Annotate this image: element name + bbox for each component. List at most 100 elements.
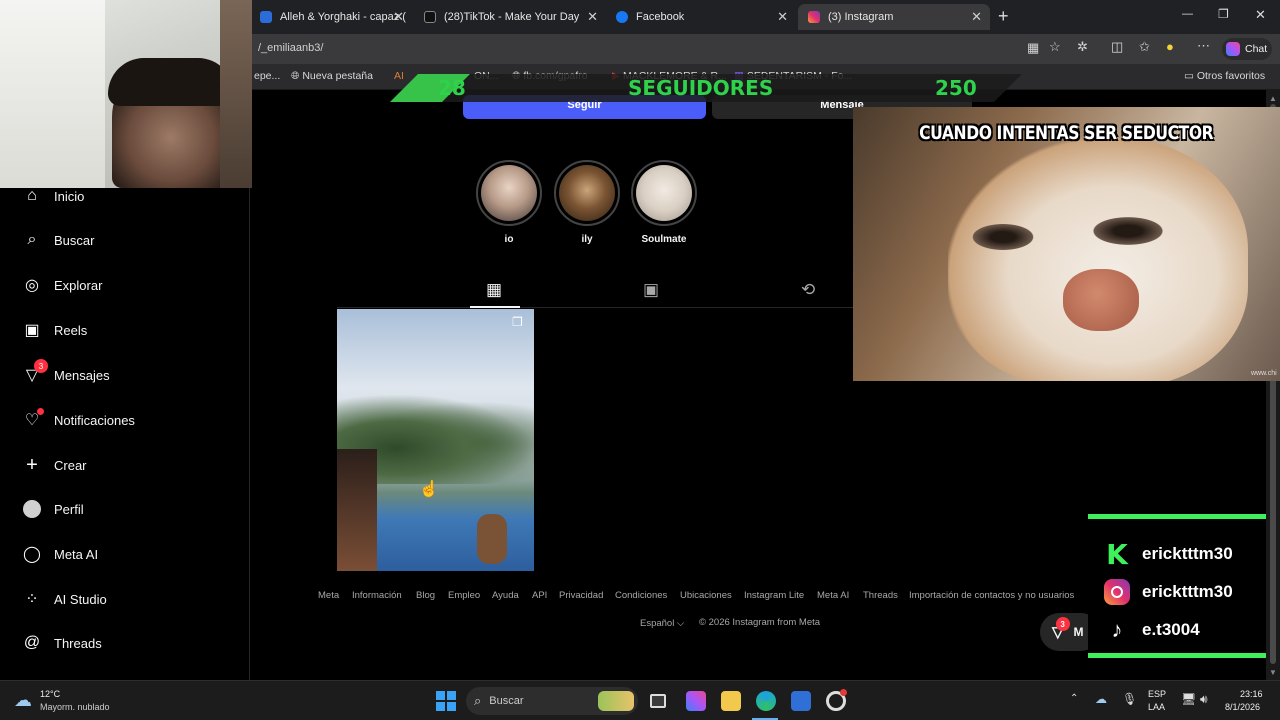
sidebar-item-threads[interactable]: @ Threads xyxy=(22,633,102,653)
highlight-io[interactable]: io xyxy=(474,160,544,245)
footer-link[interactable]: Empleo xyxy=(448,590,480,601)
windows-start-icon[interactable] xyxy=(436,691,456,711)
footer-link[interactable]: Ubicaciones xyxy=(680,590,732,601)
task-view-icon[interactable] xyxy=(650,694,666,708)
highlight-label: ily xyxy=(581,234,593,245)
other-favorites-folder[interactable]: ▭ Otros favoritos xyxy=(1184,70,1265,82)
footer-link[interactable]: Información xyxy=(352,590,402,601)
split-screen-icon[interactable]: ◫ xyxy=(1111,39,1123,55)
onedrive-icon[interactable]: ☁ xyxy=(1095,692,1107,706)
store-icon[interactable] xyxy=(791,691,811,711)
sidebar-item-perfil[interactable]: Perfil xyxy=(22,499,84,519)
scroll-down-icon[interactable]: ▼ xyxy=(1269,668,1277,677)
tab-close-icon[interactable]: ✕ xyxy=(777,9,788,25)
new-tab-button[interactable]: + xyxy=(998,6,1009,27)
sidebar-item-crear[interactable]: + Crear xyxy=(22,454,87,476)
kick-icon: K xyxy=(1106,537,1128,571)
bookmark-nueva-pestana[interactable]: 🌐︎ Nueva pestaña xyxy=(291,70,373,83)
footer-link[interactable]: Meta AI xyxy=(817,590,849,601)
social-row-kick: K ericktttm30 xyxy=(1103,537,1233,571)
messenger-icon: ▽ 3 xyxy=(1052,617,1070,641)
clock-date[interactable]: 8/1/2026 xyxy=(1225,702,1260,712)
sidebar-item-inicio[interactable]: ⌂ Inicio xyxy=(22,186,84,206)
weather-desc[interactable]: Mayorm. nublado xyxy=(40,702,110,712)
profile-avatar-icon[interactable]: ● xyxy=(1166,39,1174,54)
footer-link[interactable]: Privacidad xyxy=(559,590,603,601)
url-field[interactable]: /_emiliaanb3/ xyxy=(258,42,323,54)
footer-link[interactable]: Threads xyxy=(863,590,898,601)
tab-close-icon[interactable]: ✕ xyxy=(393,9,404,25)
app-available-icon[interactable]: ▦ xyxy=(1027,40,1039,56)
follower-goal: 250 xyxy=(935,76,977,100)
sidebar-item-ai-studio[interactable]: ⁘ AI Studio xyxy=(22,589,107,609)
minimize-button[interactable]: — xyxy=(1182,8,1193,20)
chevron-up-icon[interactable]: ⌃ xyxy=(1070,693,1078,704)
language-label: Español xyxy=(640,618,675,629)
copilot-app-icon[interactable] xyxy=(686,691,706,711)
keyboard-layout[interactable]: LAA xyxy=(1148,702,1165,712)
footer-link[interactable]: Blog xyxy=(416,590,435,601)
sidebar-item-mensajes[interactable]: ▽ 3 Mensajes xyxy=(22,359,110,385)
sidebar-item-label: Crear xyxy=(54,457,87,473)
recording-dot xyxy=(840,689,847,696)
instagram-icon xyxy=(1103,578,1131,606)
dog-eye-image xyxy=(968,222,1038,252)
more-menu-icon[interactable]: ⋯ xyxy=(1197,38,1210,54)
language-select[interactable]: Español ⌵ xyxy=(640,618,684,629)
highlight-soulmate[interactable]: Soulmate xyxy=(629,160,699,245)
volume-icon[interactable]: 🔊︎ xyxy=(1200,692,1208,707)
sidebar-item-explorar[interactable]: ◎ Explorar xyxy=(22,275,102,295)
favorites-icon[interactable]: ✩ xyxy=(1139,39,1150,55)
sidebar-item-label: AI Studio xyxy=(54,591,107,607)
network-icon[interactable]: 🖥︎ xyxy=(1181,692,1196,706)
edge-browser-icon[interactable] xyxy=(756,691,776,711)
clock-time[interactable]: 23:16 xyxy=(1240,689,1263,699)
bookmark-item[interactable]: epe... xyxy=(254,70,280,82)
restore-button[interactable]: ❐ xyxy=(1218,7,1229,21)
sidebar-item-meta-ai[interactable]: ◯ Meta AI xyxy=(22,544,98,564)
weather-icon[interactable]: ☁ xyxy=(14,690,32,711)
sidebar-item-reels[interactable]: ▣ Reels xyxy=(22,320,87,340)
language-indicator[interactable]: ESP xyxy=(1148,689,1166,699)
tab-alleh[interactable]: Alleh & Yorghaki - capaz (mer ✕ xyxy=(250,4,412,30)
extensions-icon[interactable]: ✲ xyxy=(1077,39,1088,55)
meta-ai-icon: ◯ xyxy=(23,546,41,563)
notification-badge: 3 xyxy=(34,359,48,373)
sidebar-item-buscar[interactable]: ⌕ Buscar xyxy=(22,230,95,250)
tiktok-favicon-icon xyxy=(424,11,436,23)
footer-link[interactable]: API xyxy=(532,590,547,601)
highlight-ily[interactable]: ily xyxy=(552,160,622,245)
reels-icon: ▣ xyxy=(24,322,40,339)
sidebar-item-notificaciones[interactable]: ♡ Notificaciones xyxy=(22,408,135,430)
footer-link[interactable]: Meta xyxy=(318,590,339,601)
meme-overlay: CUANDO INTENTAS SER SEDUCTOR www.chi xyxy=(853,107,1280,381)
tab-tiktok[interactable]: (28)TikTok - Make Your Day ✕ xyxy=(414,4,606,30)
messenger-icon: ▽ 3 xyxy=(22,359,48,385)
repost-icon[interactable]: ⟲ xyxy=(801,280,815,300)
footer-link[interactable]: Instagram Lite xyxy=(744,590,804,601)
scroll-up-icon[interactable]: ▲ xyxy=(1269,94,1277,103)
tab-title: Alleh & Yorghaki - capaz (mer xyxy=(280,11,406,23)
tab-facebook[interactable]: Facebook ✕ xyxy=(606,4,796,30)
favorite-star-icon[interactable]: ☆ xyxy=(1049,39,1061,55)
close-window-button[interactable]: ✕ xyxy=(1255,7,1266,23)
instagram-handle: ericktttm30 xyxy=(1142,582,1233,601)
taskbar-search[interactable]: ⌕ Buscar xyxy=(466,687,638,715)
footer-link[interactable]: Condiciones xyxy=(615,590,667,601)
footer-link[interactable]: Ayuda xyxy=(492,590,519,601)
reels-tab-icon[interactable]: ▣ xyxy=(643,280,659,300)
tab-close-icon[interactable]: ✕ xyxy=(971,9,982,25)
microphone-icon[interactable]: 🎙︎ xyxy=(1122,692,1137,706)
post-thumbnail[interactable]: ❐ ☝ xyxy=(337,309,534,571)
chat-label: Chat xyxy=(1245,43,1268,55)
copilot-chat-button[interactable]: Chat xyxy=(1222,38,1272,60)
grid-icon[interactable]: ▦ xyxy=(486,280,502,300)
tiktok-handle: e.t3004 xyxy=(1142,620,1200,639)
tab-close-icon[interactable]: ✕ xyxy=(587,9,598,25)
footer-link[interactable]: Importación de contactos y no usuarios xyxy=(909,590,1074,601)
file-explorer-icon[interactable] xyxy=(721,691,741,711)
weather-temp[interactable]: 12°C xyxy=(40,689,60,699)
search-placeholder: Buscar xyxy=(489,695,524,707)
highlight-ring xyxy=(631,160,697,226)
tab-instagram[interactable]: (3) Instagram ✕ xyxy=(798,4,990,30)
